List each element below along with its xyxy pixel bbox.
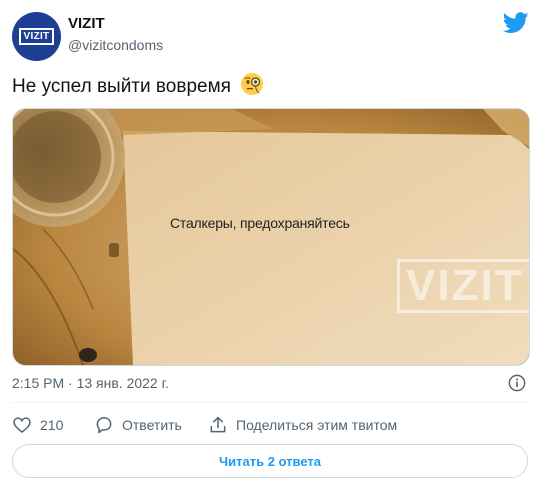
media-watermark: VIZIT xyxy=(397,259,529,313)
media-caption: Сталкеры, предохраняйтесь xyxy=(170,215,350,231)
tweet-text-content: Не успел выйти вовремя xyxy=(12,76,231,97)
tweet-timestamp[interactable]: 2:15 PM · 13 янв. 2022 г. xyxy=(12,375,169,391)
avatar[interactable]: VIZIT xyxy=(12,12,61,61)
tweet-media[interactable]: Сталкеры, предохраняйтесь VIZIT xyxy=(12,108,530,366)
share-icon xyxy=(210,416,226,433)
reply-label: Ответить xyxy=(122,417,182,433)
like-button[interactable]: 210 xyxy=(12,415,63,435)
media-image xyxy=(13,109,529,365)
author-name[interactable]: VIZIT xyxy=(68,15,105,32)
twitter-logo-icon[interactable] xyxy=(503,12,529,34)
heart-icon xyxy=(13,417,31,434)
share-button[interactable]: Поделиться этим твитом xyxy=(208,415,397,435)
divider xyxy=(12,402,528,403)
tweet-card: VIZIT VIZIT @vizitcondoms Не успел выйти… xyxy=(0,0,543,484)
reply-button[interactable]: Ответить xyxy=(94,415,182,435)
avatar-logo: VIZIT xyxy=(18,28,55,45)
like-count: 210 xyxy=(40,417,64,433)
info-icon[interactable] xyxy=(508,374,526,392)
tweet-text: Не успел выйти вовремя xyxy=(12,72,264,98)
share-label: Поделиться этим твитом xyxy=(236,417,398,433)
reply-icon xyxy=(96,417,112,434)
read-replies-button[interactable]: Читать 2 ответа xyxy=(12,444,528,478)
face-with-monocle-icon xyxy=(241,73,264,95)
author-handle[interactable]: @vizitcondoms xyxy=(68,37,163,53)
